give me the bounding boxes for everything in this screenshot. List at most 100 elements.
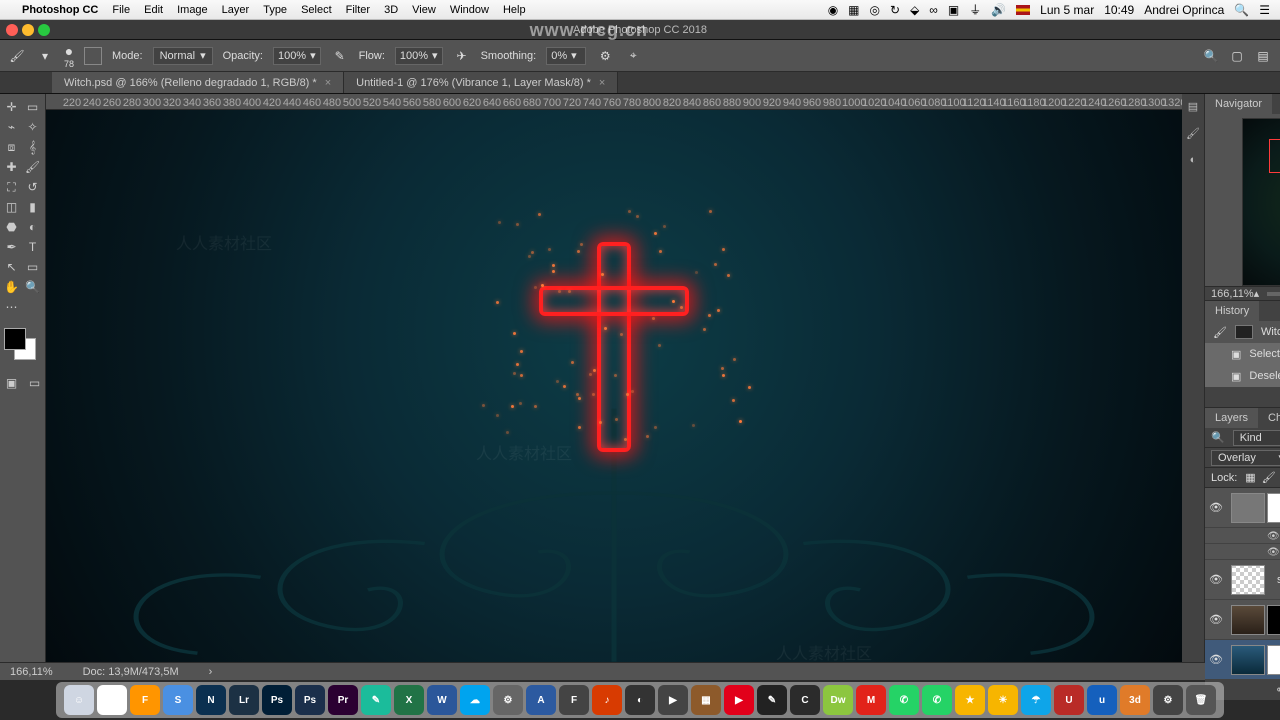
tab-layers[interactable]: Layers [1205, 408, 1258, 428]
brush-panel-icon[interactable]: 🖌 [1186, 127, 1200, 140]
navigator-viewbox[interactable] [1269, 139, 1280, 173]
history-snapshot[interactable]: 🖌 Witch.psd [1205, 321, 1280, 343]
search-icon[interactable]: 🔍 [1202, 47, 1220, 65]
pressure-opacity-icon[interactable]: ✎ [331, 47, 349, 65]
menu-help[interactable]: Help [503, 4, 526, 16]
history-brush-icon[interactable]: ↺ [23, 178, 42, 196]
dock-app-icon[interactable]: G [97, 685, 127, 715]
menu-window[interactable]: Window [450, 4, 489, 16]
dock-app-icon[interactable]: ✆ [922, 685, 952, 715]
circle-icon[interactable]: ◎ [870, 3, 880, 17]
visibility-icon[interactable]: 👁 [1205, 653, 1227, 666]
color-swatches[interactable] [2, 326, 42, 366]
layer-row[interactable]: 👁 sombra suelo [1205, 560, 1280, 600]
path-tool-icon[interactable]: ↖ [2, 258, 21, 276]
dock-app-icon[interactable]: Dw [823, 685, 853, 715]
layer-row[interactable]: 👁 suelo [1205, 600, 1280, 640]
dock-app-icon[interactable]: Ps [262, 685, 292, 715]
menu-view[interactable]: View [412, 4, 436, 16]
color-panel-icon[interactable]: ▤ [1188, 100, 1198, 113]
dock-app-icon[interactable]: Pr [328, 685, 358, 715]
dock-app-icon[interactable]: ✆ [889, 685, 919, 715]
doc-tab-2[interactable]: Untitled-1 @ 176% (Vibrance 1, Layer Mas… [344, 72, 618, 93]
layer-row-selected[interactable]: 👁 Relleno degradado 1 [1205, 640, 1280, 680]
notifications-icon[interactable]: ☰ [1259, 3, 1270, 17]
dock-app-icon[interactable]: ✎ [361, 685, 391, 715]
smoothing-gear-icon[interactable]: ⚙ [596, 47, 614, 65]
dock-app-icon[interactable]: F [130, 685, 160, 715]
display-icon[interactable]: ▣ [948, 3, 959, 17]
menubar-user[interactable]: Andrei Oprinca [1144, 3, 1224, 17]
dock-app-icon[interactable]: Ps [295, 685, 325, 715]
menu-file[interactable]: File [112, 4, 130, 16]
dock-app-icon[interactable]: ☁ [460, 685, 490, 715]
more-tools-icon[interactable]: ⋯ [2, 298, 21, 316]
dock-app-icon[interactable]: ★ [955, 685, 985, 715]
lock-paint-icon[interactable]: 🖌 [1262, 471, 1276, 484]
tab-history[interactable]: History [1205, 301, 1259, 321]
layer-filter-kind[interactable]: Kind ▾ [1233, 430, 1280, 446]
dock-app-icon[interactable]: U [1054, 685, 1084, 715]
dock-app-icon[interactable]: ✎ [757, 685, 787, 715]
smoothing-input[interactable]: 0%▾ [546, 47, 586, 65]
dock-app-icon[interactable]: ▶ [724, 685, 754, 715]
move-tool-icon[interactable]: ✛ [2, 98, 21, 116]
status-chevron-icon[interactable]: › [209, 666, 213, 678]
dock-app-icon[interactable]: ⚙ [493, 685, 523, 715]
status-doc[interactable]: Doc: 13,9M/473,5M [83, 666, 179, 678]
dock-app-icon[interactable]: X [394, 685, 424, 715]
dock-app-icon[interactable]: ⚙ [1153, 685, 1183, 715]
close-icon[interactable]: × [599, 77, 605, 89]
traffic-close-icon[interactable] [6, 24, 18, 36]
nav-zoom-slider[interactable] [1267, 292, 1280, 296]
chevron-down-icon[interactable]: ▾ [36, 47, 54, 65]
artboard-tool-icon[interactable]: ▭ [23, 98, 42, 116]
doc-tab-1[interactable]: Witch.psd @ 166% (Relleno degradado 1, R… [52, 72, 344, 93]
dock-app-icon[interactable]: C [790, 685, 820, 715]
brush-tool-icon[interactable]: 🖌 [23, 158, 42, 176]
menu-edit[interactable]: Edit [144, 4, 163, 16]
eraser-tool-icon[interactable]: ◫ [2, 198, 21, 216]
blend-mode-select[interactable]: Overlay▾ [1211, 450, 1280, 466]
tab-channels[interactable]: Channels [1258, 408, 1280, 428]
gradient-tool-icon[interactable]: ▮ [23, 198, 42, 216]
grid-icon[interactable]: ▦ [848, 3, 859, 17]
menu-select[interactable]: Select [301, 4, 332, 16]
blur-tool-icon[interactable]: ⬣ [2, 218, 21, 236]
visibility-icon[interactable]: 👁 [1205, 573, 1227, 586]
search-icon[interactable]: 🔍 [1234, 3, 1249, 17]
type-tool-icon[interactable]: T [23, 238, 42, 256]
stamp-tool-icon[interactable]: ⛶ [2, 178, 21, 196]
menu-app[interactable]: Photoshop CC [22, 4, 98, 16]
magic-wand-tool-icon[interactable]: ✧ [23, 118, 42, 136]
ruler-horizontal[interactable]: 2202402602803003203403603804004204404604… [46, 94, 1182, 110]
zoom-out-icon[interactable]: ▴ [1254, 287, 1260, 300]
dock-app-icon[interactable]: M [856, 685, 886, 715]
opacity-input[interactable]: 100%▾ [273, 47, 321, 65]
dock-app-icon[interactable]: S [163, 685, 193, 715]
lock-trans-icon[interactable]: ▦ [1245, 471, 1255, 484]
visibility-icon[interactable]: 👁 [1205, 613, 1227, 626]
quickmask-icon[interactable]: ▣ [2, 374, 21, 392]
cc-icon[interactable]: ∞ [929, 3, 938, 17]
dock-app-icon[interactable]: 3d [1120, 685, 1150, 715]
layer-effect-item[interactable]: 👁 Inner Shadow [1205, 544, 1280, 560]
menu-filter[interactable]: Filter [346, 4, 370, 16]
flow-input[interactable]: 100%▾ [395, 47, 443, 65]
airbrush-icon[interactable]: ✈ [453, 47, 471, 65]
close-icon[interactable]: × [325, 77, 331, 89]
dock-app-icon[interactable]: W [427, 685, 457, 715]
history-state[interactable]: ▣ Deselect [1205, 365, 1280, 387]
layer-name[interactable]: sombra suelo [1269, 574, 1280, 586]
crop-tool-icon[interactable]: ⧈ [2, 138, 21, 156]
screenmode-icon[interactable]: ▭ [25, 374, 44, 392]
rec-icon[interactable]: ◉ [828, 3, 838, 17]
menu-layer[interactable]: Layer [222, 4, 250, 16]
eyedropper-tool-icon[interactable]: 𝄞 [23, 138, 42, 156]
dock-app-icon[interactable]: ☀ [988, 685, 1018, 715]
menu-image[interactable]: Image [177, 4, 208, 16]
traffic-zoom-icon[interactable] [38, 24, 50, 36]
dock-app-icon[interactable]: ☂ [1021, 685, 1051, 715]
dock-app-icon[interactable]: A [526, 685, 556, 715]
quickshare-icon[interactable]: ▢ [1228, 47, 1246, 65]
